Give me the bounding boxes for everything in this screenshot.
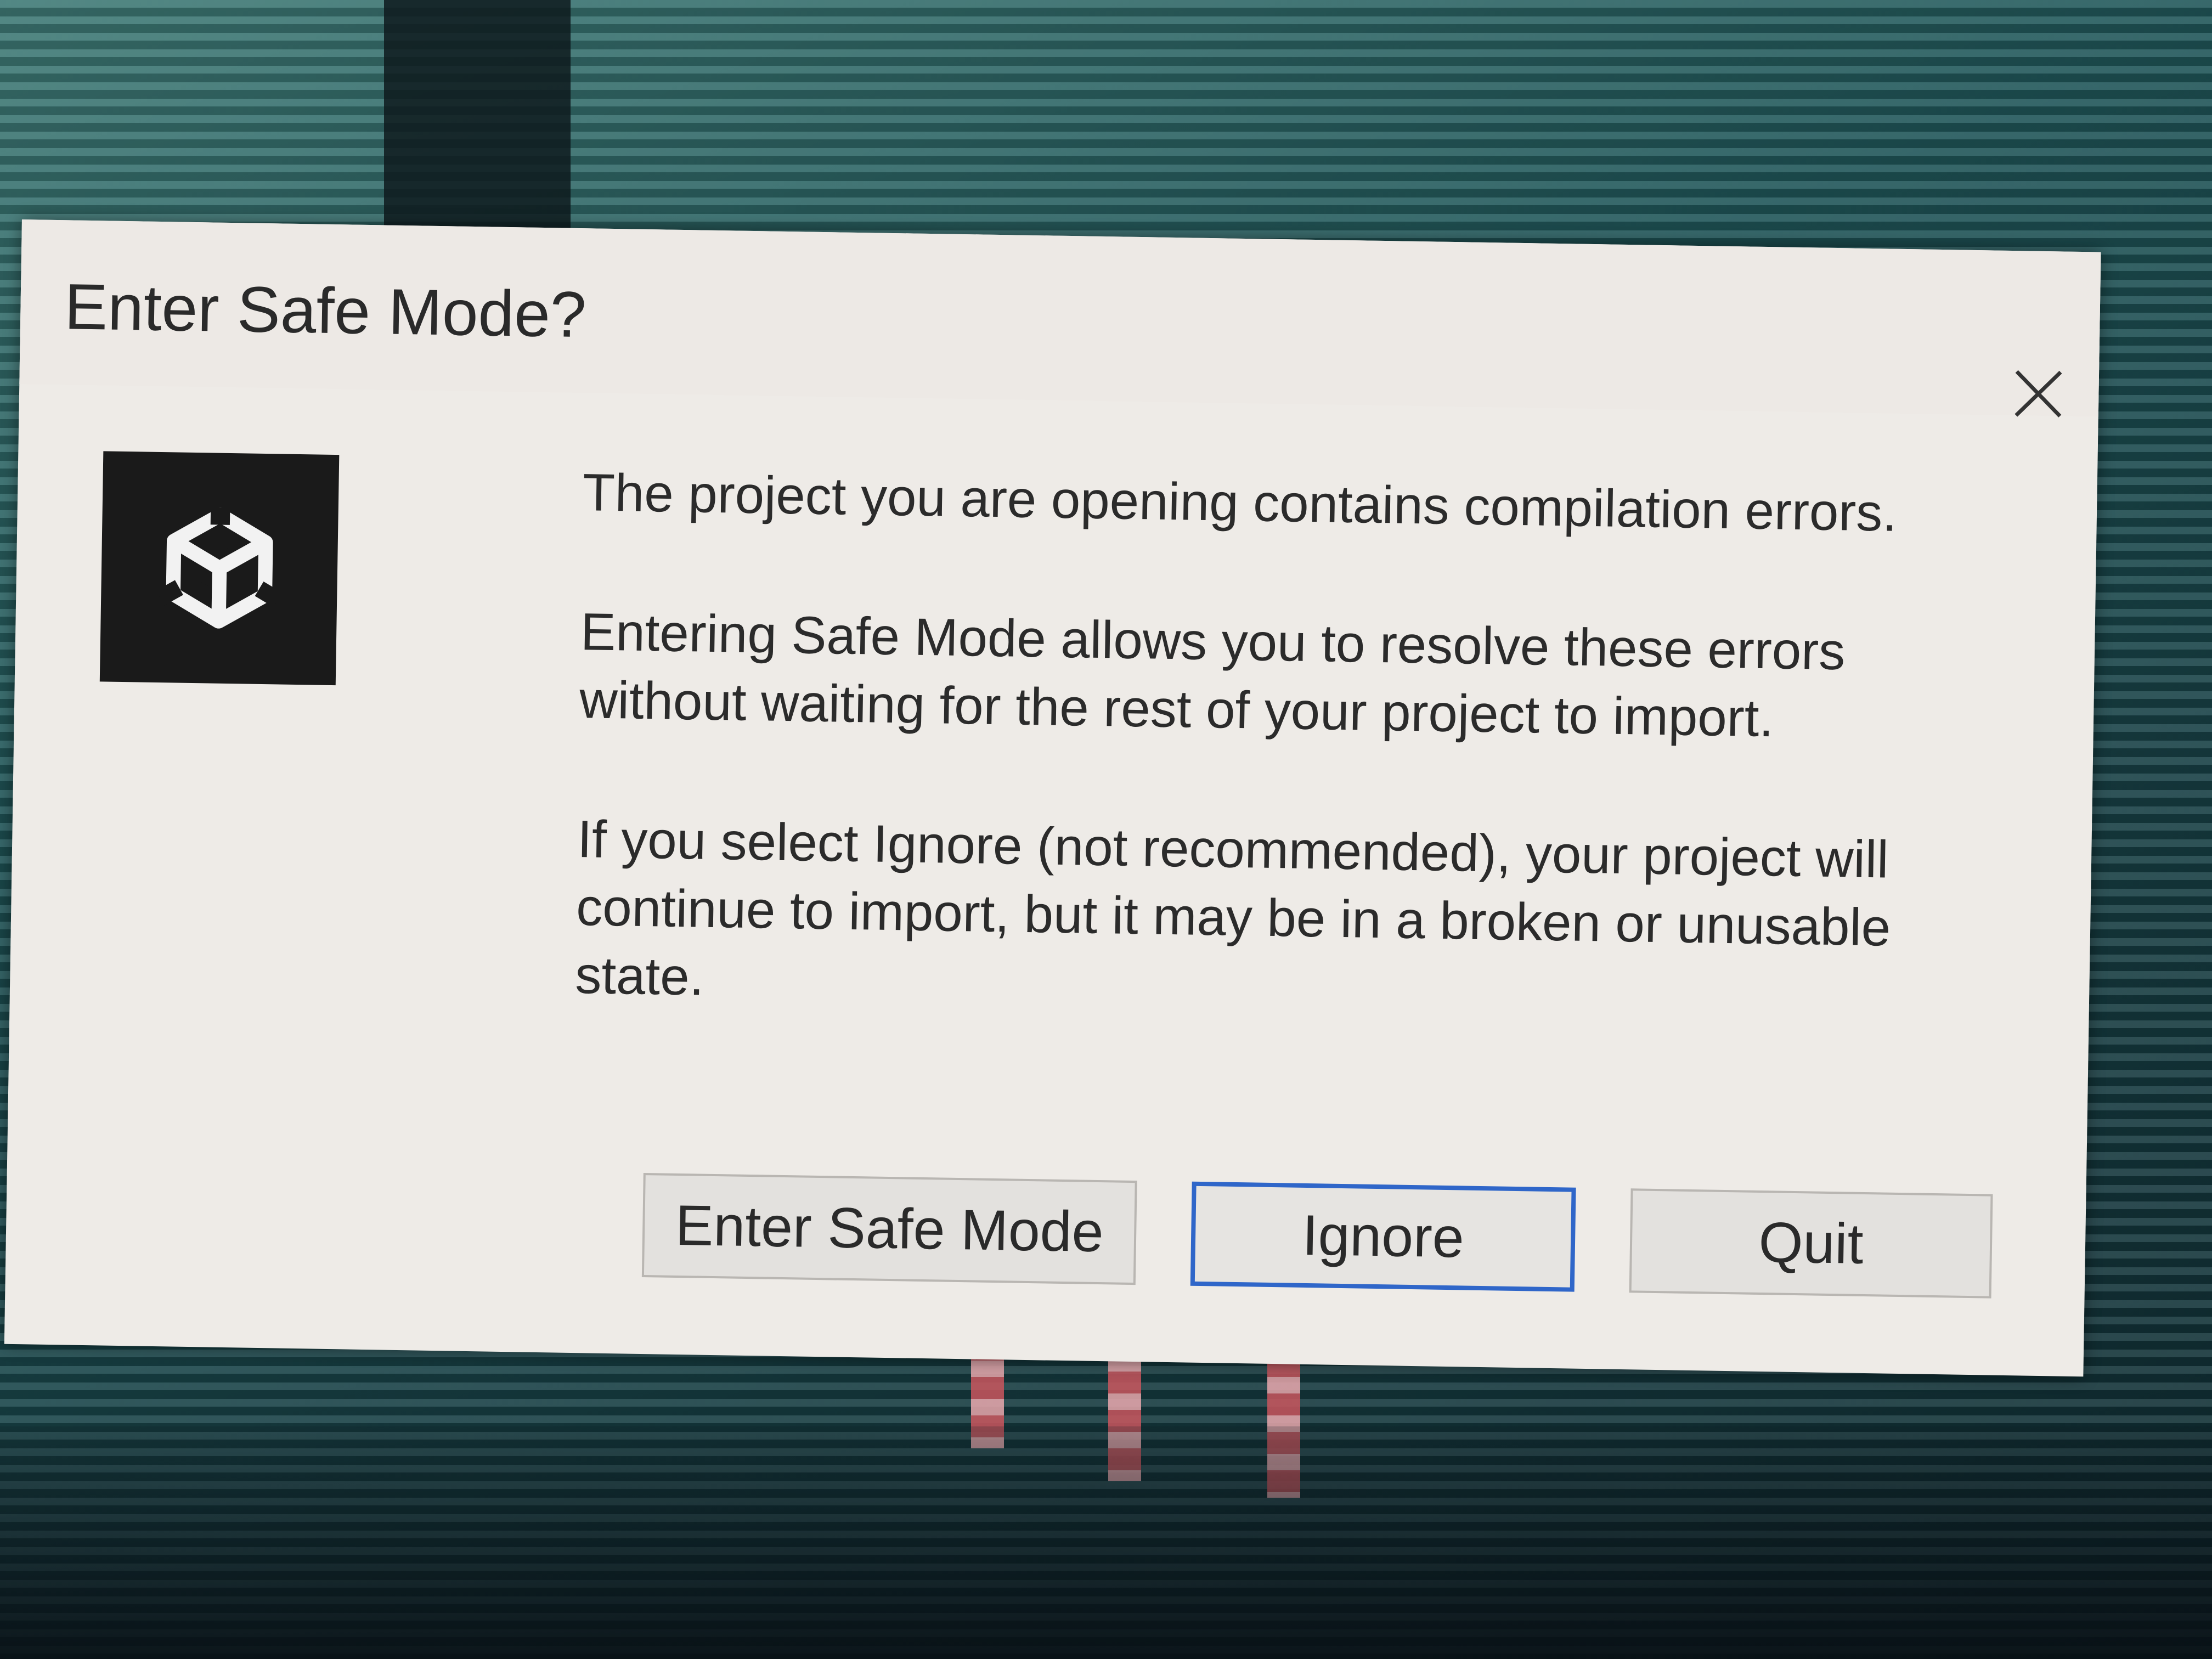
dialog-title: Enter Safe Mode?: [64, 270, 587, 352]
ignore-button[interactable]: Ignore: [1190, 1181, 1576, 1292]
quit-button[interactable]: Quit: [1629, 1188, 1993, 1299]
unity-logo-icon: [158, 507, 281, 629]
background-shade: [0, 1426, 2212, 1659]
close-icon: [2015, 370, 2062, 417]
enter-safe-mode-button[interactable]: Enter Safe Mode: [641, 1173, 1137, 1285]
close-button[interactable]: [2005, 360, 2072, 427]
unity-logo: [99, 451, 340, 686]
message-paragraph-1: The project you are opening contains com…: [582, 463, 1898, 543]
background-window: [384, 0, 571, 230]
dialog-titlebar: Enter Safe Mode?: [19, 219, 2101, 417]
message-paragraph-2: Entering Safe Mode allows you to resolve…: [579, 602, 1846, 748]
dialog-message: The project you are opening contains com…: [575, 459, 1982, 1031]
message-paragraph-3: If you select Ignore (not recommended), …: [574, 810, 1892, 1007]
safe-mode-dialog: Enter Safe Mode? The project you are ope…: [4, 219, 2101, 1377]
